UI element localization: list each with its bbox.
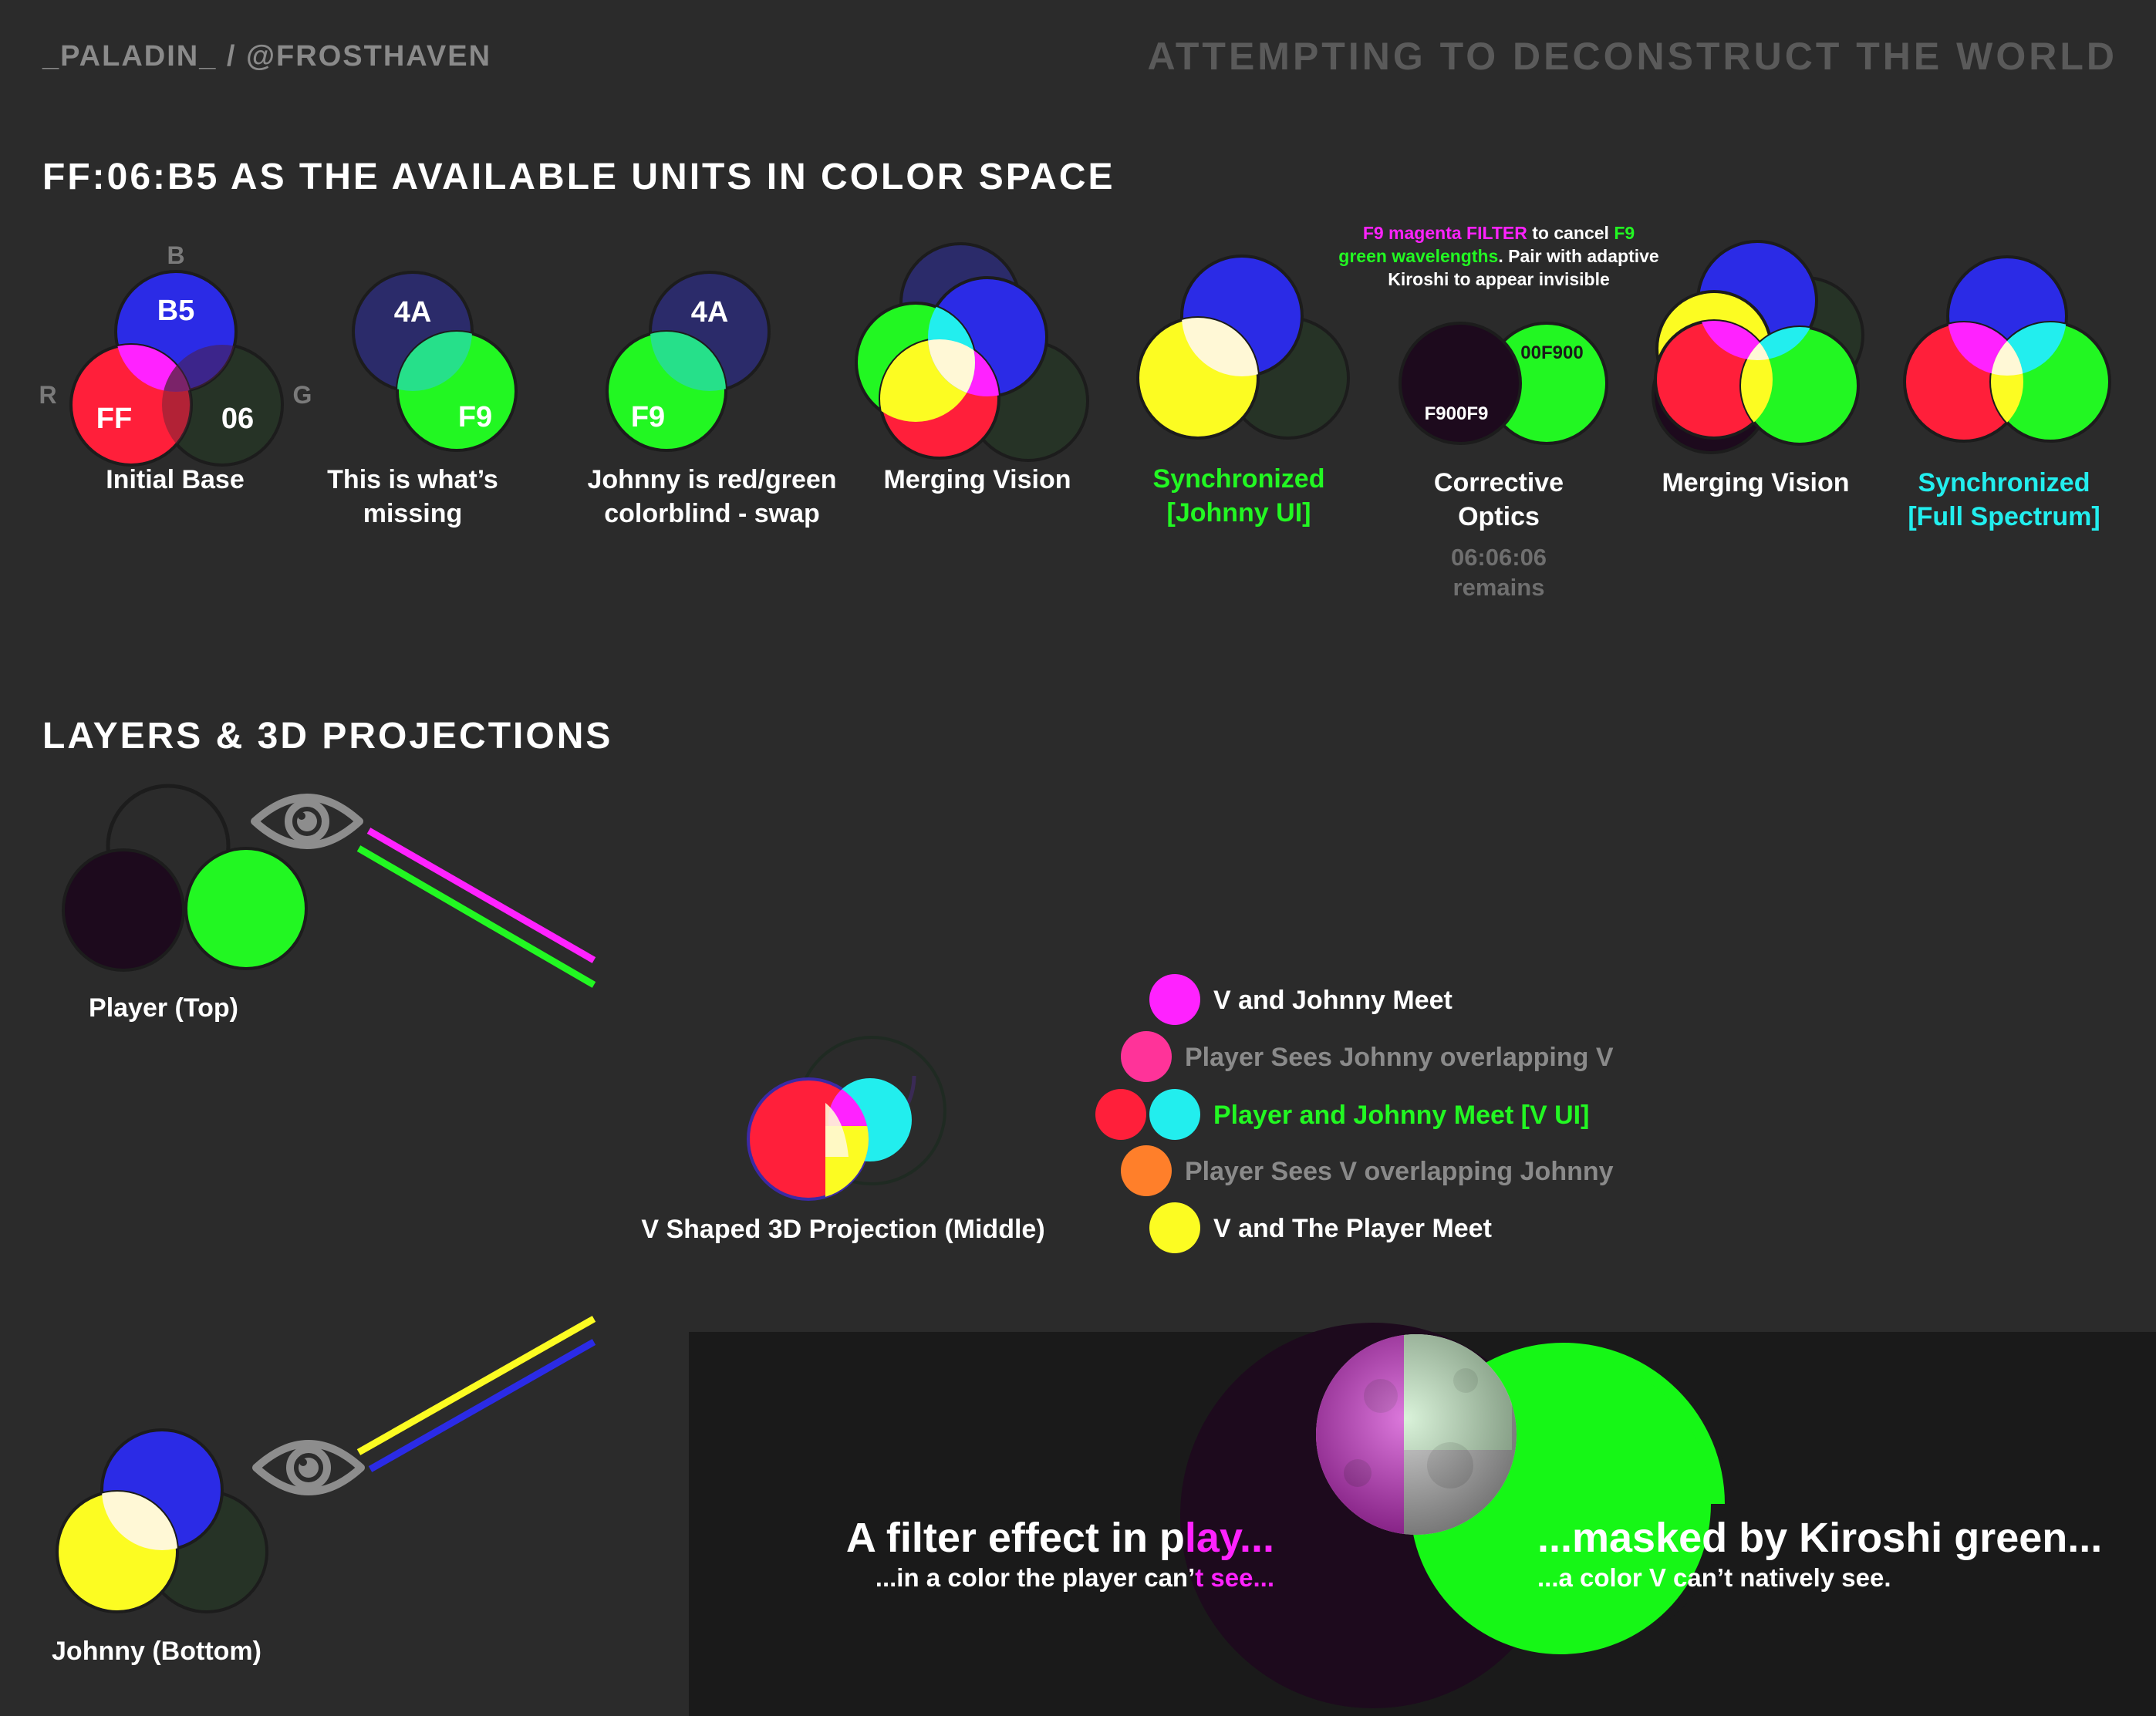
value-4a: 4A xyxy=(394,296,432,329)
legend-item: V and Johnny Meet xyxy=(1149,974,1453,1025)
value-00f900: 00F900 xyxy=(1520,342,1583,363)
label-player-top: Player (Top) xyxy=(89,993,238,1023)
page-tagline: ATTEMPTING TO DECONSTRUCT THE WORLD xyxy=(1147,35,2117,78)
eye-icon xyxy=(251,794,363,849)
section-title-layers: LAYERS & 3D PROJECTIONS xyxy=(42,716,612,757)
venn-johnny-bottom: Johnny (Bottom) xyxy=(52,1428,268,1666)
value-ff: FF xyxy=(96,403,132,435)
moon-right-title: ...masked by Kiroshi green... xyxy=(1537,1515,2102,1561)
remaining-label: remains xyxy=(1453,574,1545,601)
remaining-value: 06:06:06 xyxy=(1451,544,1547,571)
legend-label: V and Johnny Meet xyxy=(1213,986,1453,1015)
venn-corrective-optics: 00F900 F900F9 Corrective Optics 06:06:06… xyxy=(1399,322,1608,601)
value-4a: 4A xyxy=(691,296,729,329)
axis-label-g: G xyxy=(293,381,312,409)
eye-icon xyxy=(252,1440,365,1495)
green-circle xyxy=(184,847,308,970)
value-f9: F9 xyxy=(458,401,492,433)
venn-3d-projection: V Shaped 3D Projection (Middle) xyxy=(641,1008,1045,1244)
legend-label: Player Sees Johnny overlapping V xyxy=(1185,1043,1614,1072)
dark-magenta-circle xyxy=(62,848,185,972)
legend-item: V and The Player Meet xyxy=(1149,1202,1492,1253)
venn-colorblind-swap: 4A F9 Johnny is red/green colorblind - s… xyxy=(587,271,837,528)
venn-merging-vision-2: Merging Vision xyxy=(1652,240,1864,497)
caption-sync-johnny-2: [Johnny UI] xyxy=(1167,498,1311,528)
caption-sync-johnny-1: Synchronized xyxy=(1153,464,1325,494)
caption-corrective-1: Corrective xyxy=(1434,468,1564,497)
axis-label-r: R xyxy=(39,381,56,409)
blue-beam xyxy=(368,1339,596,1472)
caption-swap-1: Johnny is red/green xyxy=(587,465,836,494)
value-f9: F9 xyxy=(631,401,665,433)
venn-merging-vision-1: Merging Vision xyxy=(855,242,1089,494)
legend-swatch-pink xyxy=(1121,1031,1172,1082)
caption-initial-base: Initial Base xyxy=(106,465,245,494)
legend-label: Player and Johnny Meet [V UI] xyxy=(1213,1101,1589,1130)
caption-sync-full-2: [Full Spectrum] xyxy=(1908,502,2100,531)
caption-sync-full-1: Synchronized xyxy=(1918,468,2090,497)
legend-item: Player and Johnny Meet [V UI] xyxy=(1095,1089,1589,1140)
legend-label: Player Sees V overlapping Johnny xyxy=(1185,1157,1614,1186)
moon-shading xyxy=(1316,1334,1517,1535)
caption-merging-2: Merging Vision xyxy=(1662,468,1849,497)
overlap-legend: V and Johnny Meet Player Sees Johnny ove… xyxy=(1095,974,1614,1253)
legend-swatch-cyan xyxy=(1149,1089,1200,1140)
infographic-canvas: _PALADIN_ / @FROSTHAVEN ATTEMPTING TO DE… xyxy=(39,35,2156,1716)
author-handle: _PALADIN_ / @FROSTHAVEN xyxy=(42,40,491,72)
venn-sync-johnny-ui: Synchronized [Johnny UI] xyxy=(1136,255,1350,528)
axis-label-b: B xyxy=(167,241,184,269)
label-projection: V Shaped 3D Projection (Middle) xyxy=(641,1215,1044,1244)
legend-swatch-magenta xyxy=(1149,974,1200,1025)
label-johnny-bottom: Johnny (Bottom) xyxy=(52,1637,261,1666)
value-f900f9: F900F9 xyxy=(1425,403,1489,424)
caption-merging-1: Merging Vision xyxy=(883,465,1071,494)
venn-sync-full-spectrum: Synchronized [Full Spectrum] xyxy=(1903,255,2111,531)
green-beam xyxy=(356,845,596,988)
legend-item: Player Sees V overlapping Johnny xyxy=(1121,1145,1614,1196)
filter-note-line-3: Kiroshi to appear invisible xyxy=(1388,269,1610,289)
yellow-beam xyxy=(356,1316,596,1455)
value-06: 06 xyxy=(221,403,254,435)
caption-swap-2: colorblind - swap xyxy=(604,499,820,528)
dark-magenta-circle xyxy=(1399,322,1522,445)
magenta-beam xyxy=(366,828,596,963)
section-title-color-space: FF:06:B5 AS THE AVAILABLE UNITS IN COLOR… xyxy=(42,157,1115,197)
legend-item: Player Sees Johnny overlapping V xyxy=(1121,1031,1614,1082)
venn-player-top: Player (Top) xyxy=(62,784,308,1023)
filter-note: F9 magenta FILTER to cancel F9 green wav… xyxy=(1338,223,1658,289)
legend-swatch-red xyxy=(1095,1089,1146,1140)
venn-missing: 4A F9 This is what’s missing xyxy=(327,271,518,528)
moon-left-title: A filter effect in play... xyxy=(846,1515,1274,1561)
moon-panel: A filter effect in play... ...in a color… xyxy=(689,1323,2156,1716)
moon-right-subtitle: ...a color V can’t natively see. xyxy=(1537,1563,1891,1592)
caption-corrective-2: Optics xyxy=(1458,502,1540,531)
filter-note-line-1: F9 magenta FILTER to cancel F9 xyxy=(1363,223,1635,243)
caption-missing-1: This is what’s xyxy=(327,465,498,494)
venn-initial-base: B R G B5 FF 06 Initial Base xyxy=(39,241,312,494)
legend-swatch-yellow xyxy=(1149,1202,1200,1253)
moon-left-subtitle: ...in a color the player can’t see... xyxy=(876,1563,1274,1592)
value-b5: B5 xyxy=(157,295,195,327)
filter-note-line-2: green wavelengths. Pair with adaptive xyxy=(1338,246,1658,266)
legend-swatch-orange xyxy=(1121,1145,1172,1196)
legend-label: V and The Player Meet xyxy=(1213,1214,1492,1243)
caption-missing-2: missing xyxy=(363,499,462,528)
